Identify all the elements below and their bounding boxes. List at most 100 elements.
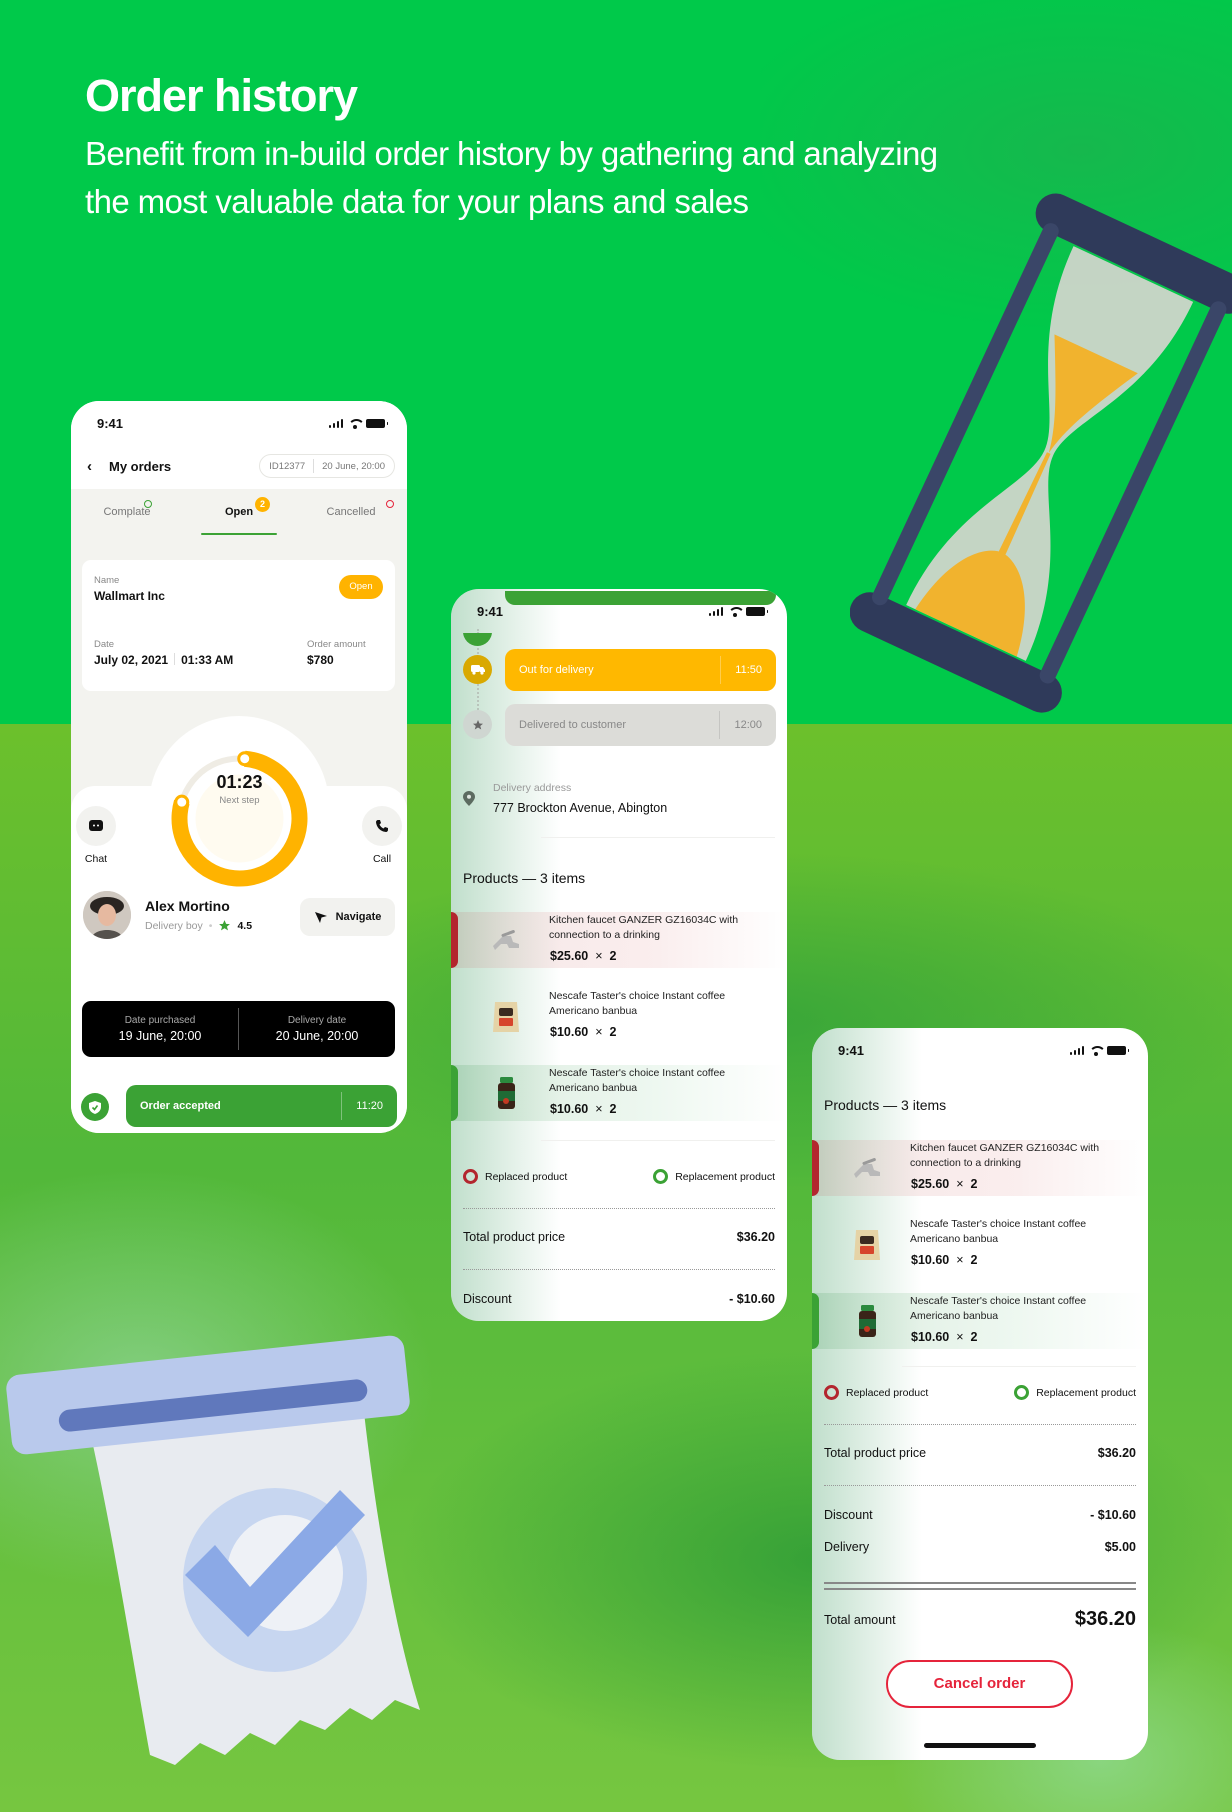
replacement-ring-icon — [653, 1169, 669, 1184]
tab-cancelled[interactable]: Cancelled — [295, 489, 407, 537]
date-value: July 02, 2021 — [94, 653, 169, 667]
product-item[interactable]: Nescafe Taster's choice Instant coffee A… — [812, 1216, 1148, 1274]
open-count-badge: 2 — [255, 497, 270, 512]
step-label: Out for delivery — [519, 664, 594, 676]
step-time: 11:50 — [720, 656, 762, 684]
navigate-button[interactable]: Navigate — [300, 898, 395, 936]
replacement-flag — [451, 1065, 458, 1121]
replaced-flag — [451, 912, 458, 968]
product-name: Nescafe Taster's choice Instant coffee A… — [910, 1218, 1087, 1245]
coffee-jar-thumbnail — [498, 1077, 515, 1109]
product-name: Nescafe Taster's choice Instant coffee A… — [910, 1295, 1087, 1322]
hourglass-illustration — [850, 193, 1232, 713]
time-value: 01:33 AM — [181, 653, 234, 667]
product-legend: Replaced product Replacement product — [463, 1169, 775, 1184]
timeline-step-delivered[interactable]: Delivered to customer 12:00 — [505, 704, 776, 746]
timer-value: 01:23 — [216, 772, 263, 792]
coffee-pouch-thumbnail — [854, 1230, 880, 1260]
courier-role: Delivery boy — [145, 919, 203, 932]
courier-name: Alex Mortino — [145, 898, 230, 914]
product-qty: 2 — [609, 1102, 617, 1116]
order-accepted-bar[interactable]: Order accepted 11:20 — [126, 1085, 397, 1127]
cancel-order-button[interactable]: Cancel order — [886, 1660, 1073, 1708]
product-item[interactable]: Nescafe Taster's choice Instant coffee A… — [812, 1293, 1148, 1351]
product-item[interactable]: Kitchen faucet GANZER GZ16034C with conn… — [451, 912, 787, 970]
order-amount-label: Order amount — [307, 639, 366, 650]
replaced-ring-icon — [463, 1169, 478, 1184]
product-qty: 2 — [970, 1330, 978, 1344]
delivery-row: Delivery $5.00 — [824, 1540, 1136, 1554]
status-badge: Open — [339, 575, 383, 599]
delivery-date-value: 20 June, 20:00 — [275, 1029, 359, 1043]
discount-label: Discount — [463, 1292, 512, 1306]
total-product-label: Total product price — [463, 1230, 566, 1244]
tab-open[interactable]: Open 2 — [183, 489, 295, 537]
truck-icon — [463, 655, 492, 684]
chat-label: Chat — [84, 853, 108, 865]
step-time: 11:20 — [341, 1092, 383, 1120]
shield-check-icon — [81, 1093, 109, 1121]
courier-avatar — [83, 891, 131, 939]
total-product-row: Total product price $36.20 — [824, 1446, 1136, 1460]
call-button[interactable] — [362, 806, 402, 846]
discount-row: Discount - $10.60 — [824, 1508, 1136, 1522]
signal-icon — [328, 418, 343, 428]
faucet-thumbnail — [493, 930, 519, 950]
order-id-pill: ID12377 20 June, 20:00 — [259, 454, 395, 478]
product-item[interactable]: Kitchen faucet GANZER GZ16034C with conn… — [812, 1140, 1148, 1198]
tab-label: Open — [224, 506, 254, 518]
status-time: 9:41 — [97, 415, 124, 431]
product-qty: 2 — [609, 1025, 617, 1039]
delivery-value: $5.00 — [1104, 1540, 1136, 1554]
battery-icon — [746, 606, 768, 616]
product-name: Nescafe Taster's choice Instant coffee A… — [549, 1067, 726, 1094]
total-amount-label: Total amount — [824, 1612, 896, 1627]
total-amount-row: Total amount $36.20 — [824, 1608, 1136, 1631]
battery-icon — [366, 418, 388, 428]
date-label: Date — [94, 639, 115, 650]
chat-icon — [89, 820, 103, 831]
home-indicator — [924, 1743, 1036, 1748]
navigate-label: Navigate — [335, 911, 382, 923]
total-product-value: $36.20 — [736, 1230, 775, 1244]
receipt-check-illustration — [6, 1335, 420, 1765]
product-price: $25.60 — [550, 949, 589, 963]
legend-replacement: Replacement product — [675, 1170, 775, 1183]
discount-row: Discount - $10.60 — [463, 1292, 775, 1306]
product-qty: 2 — [970, 1177, 978, 1191]
product-price: $25.60 — [911, 1177, 950, 1191]
status-time: 9:41 — [838, 1042, 865, 1058]
courier-rating: 4.5 — [237, 919, 253, 932]
star-icon — [463, 710, 492, 739]
step-time: 12:00 — [719, 711, 762, 739]
discount-value: - $10.60 — [729, 1292, 775, 1306]
timer-label: Next step — [219, 795, 260, 806]
hero-subtitle: Benefit from in-build order history by g… — [85, 135, 938, 220]
product-qty: 2 — [970, 1253, 978, 1267]
timeline-step-out-for-delivery[interactable]: Out for delivery 11:50 — [505, 649, 776, 691]
battery-icon — [1107, 1045, 1129, 1055]
order-card[interactable]: Name Wallmart Inc Open Date July 02, 202… — [82, 560, 395, 691]
page-title: My orders — [109, 458, 172, 474]
chat-button[interactable] — [76, 806, 116, 846]
product-item[interactable]: Nescafe Taster's choice Instant coffee A… — [451, 988, 787, 1046]
back-chevron-icon[interactable]: ‹ — [87, 458, 109, 475]
product-item[interactable]: Nescafe Taster's choice Instant coffee A… — [451, 1065, 787, 1123]
tab-label: Cancelled — [326, 506, 376, 518]
location-pin-icon — [463, 791, 475, 806]
step-label: Order accepted — [140, 1100, 221, 1112]
replaced-ring-icon — [824, 1385, 839, 1400]
phone-my-orders: 9:41 ‹ My orders ID12377 20 June, 20:00 … — [71, 401, 407, 1133]
order-tabs: Complate Open 2 Cancelled — [71, 489, 407, 537]
red-ring-icon — [386, 500, 394, 508]
replacement-flag — [812, 1293, 819, 1349]
status-bar: 9:41 — [451, 589, 787, 633]
progress-ring — [171, 750, 308, 887]
discount-value: - $10.60 — [1090, 1508, 1136, 1522]
status-bar: 9:41 — [812, 1028, 1148, 1072]
signal-icon — [708, 606, 723, 616]
order-id: ID12377 — [269, 460, 306, 472]
status-time: 9:41 — [477, 603, 504, 619]
coffee-jar-thumbnail — [859, 1305, 876, 1337]
tab-complate[interactable]: Complate — [71, 489, 183, 537]
